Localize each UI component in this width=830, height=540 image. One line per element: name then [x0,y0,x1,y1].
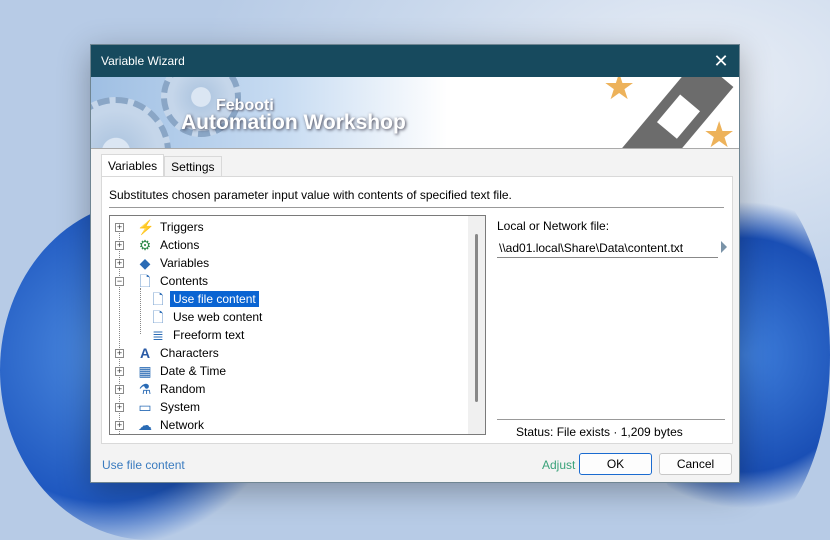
star-icon: ★ [603,77,636,107]
web-document-icon: 🗋 [152,309,164,325]
tab-settings[interactable]: Settings [164,156,222,178]
expand-icon[interactable]: + [115,366,124,376]
tree-scrollbar[interactable] [468,216,485,434]
calendar-icon: ▦ [138,363,152,379]
browse-arrow-icon[interactable] [721,241,727,253]
tab-bar: Variables Settings [101,154,222,178]
gear-graphic [91,97,171,148]
monitor-icon: ▭ [138,399,152,415]
window-title: Variable Wizard [101,54,185,68]
variable-wizard-dialog: Variable Wizard ✕ Febooti Automation Wor… [90,44,740,483]
cloud-icon: ☁ [138,417,152,433]
divider [109,207,724,208]
divider [497,419,725,420]
tree-line [140,288,141,334]
expand-icon[interactable]: + [115,258,124,268]
tree-item-characters[interactable]: + A Characters [115,344,222,362]
tree-item-variables[interactable]: + ◆ Variables [115,254,212,272]
tree-item-contents[interactable]: − 🗋 Contents [115,272,211,290]
tree-item-random[interactable]: + ⚗ Random [115,380,208,398]
document-icon: 🗋 [139,273,151,289]
font-icon: A [139,345,151,361]
expand-icon[interactable]: + [115,402,124,412]
file-path-input[interactable]: \\ad01.local\Share\Data\content.txt [497,238,718,258]
expand-icon[interactable]: + [115,420,124,430]
flask-icon: ⚗ [138,381,152,397]
cancel-button[interactable]: Cancel [659,453,732,475]
tree-item-actions[interactable]: + ⚙ Actions [115,236,202,254]
text-document-icon: ≣ [152,327,164,343]
variable-tree[interactable]: + ⚡ Triggers + ⚙ Actions + ◆ Variables − 🗋 Conte… [109,215,486,435]
expand-icon[interactable]: + [115,240,124,250]
tree-item-use-file-content[interactable]: 🗋 Use file content [150,290,259,308]
scrollbar-thumb[interactable] [475,234,478,402]
close-icon[interactable]: ✕ [711,51,731,71]
tree-item-triggers[interactable]: + ⚡ Triggers [115,218,207,236]
expand-icon[interactable]: + [115,384,124,394]
tree-item-system[interactable]: + ▭ System [115,398,203,416]
tree-item-freeform-text[interactable]: ≣ Freeform text [150,326,247,344]
adjust-link[interactable]: Adjust [542,458,575,472]
document-icon: 🗋 [152,291,164,307]
gear-icon: ⚙ [138,237,152,253]
tree-item-date-time[interactable]: + ▦ Date & Time [115,362,229,380]
brand-logo: Automation Workshop [181,111,406,134]
expand-icon[interactable]: + [115,222,124,232]
star-icon: ★ [703,114,736,149]
tree-item-network[interactable]: + ☁ Network [115,416,207,434]
variables-panel: Substitutes chosen parameter input value… [101,176,733,444]
banner: Febooti Automation Workshop ★ ★ [91,77,739,149]
tab-variables[interactable]: Variables [101,154,165,178]
file-label: Local or Network file: [497,219,610,233]
status-text: Status: File exists · 1,209 bytes [516,425,683,439]
ok-button[interactable]: OK [579,453,652,475]
description: Substitutes chosen parameter input value… [109,188,512,202]
variables-icon: ◆ [139,255,151,271]
lightning-icon: ⚡ [137,219,155,235]
collapse-icon[interactable]: − [115,276,124,286]
expand-icon[interactable]: + [115,348,124,358]
tree-item-use-web-content[interactable]: 🗋 Use web content [150,308,265,326]
title-bar: Variable Wizard [91,45,739,77]
help-link[interactable]: Use file content [102,458,185,472]
